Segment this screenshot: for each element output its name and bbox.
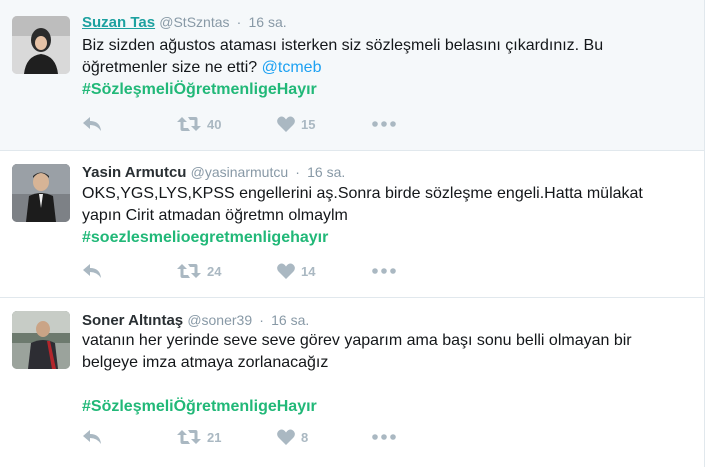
more-button[interactable] [372, 263, 396, 279]
retweet-icon [177, 264, 201, 278]
more-icon [372, 434, 396, 440]
heart-icon [277, 116, 295, 132]
retweet-button[interactable]: 24 [177, 263, 221, 279]
tweet-header: Soner Altıntaş @soner39 · 16 sa. [82, 312, 309, 329]
hashtag-link[interactable]: #SözleşmeliÖğretmenligeHayır [82, 81, 317, 98]
like-button[interactable]: 14 [277, 263, 315, 279]
avatar-image [12, 16, 70, 74]
retweet-icon [177, 117, 201, 131]
avatar[interactable] [12, 311, 70, 369]
tweet-body: Biz sizden ağustos ataması isterken siz … [82, 37, 604, 76]
retweet-count: 40 [207, 116, 222, 132]
display-name[interactable]: Suzan Tas [82, 14, 155, 31]
like-count: 15 [301, 116, 316, 132]
more-button[interactable] [372, 429, 396, 445]
tweet-feed: Suzan Tas @StSzntas · 16 sa. Biz sizden … [0, 0, 709, 467]
more-button[interactable] [372, 116, 396, 132]
reply-button[interactable] [82, 263, 102, 279]
display-name[interactable]: Soner Altıntaş [82, 312, 183, 329]
like-button[interactable]: 8 [277, 429, 308, 445]
heart-icon [277, 263, 295, 279]
user-handle[interactable]: @StSzntas [159, 14, 229, 30]
tweet[interactable]: Yasin Armutcu @yasinarmutcu · 16 sa. OKS… [0, 151, 705, 298]
hashtag-link[interactable]: #soezlesmelioegretmenligehayır [82, 229, 328, 246]
like-button[interactable]: 15 [277, 116, 315, 132]
tweet-body: OKS,YGS,LYS,KPSS engellerini aş.Sonra bi… [82, 185, 643, 224]
reply-icon [83, 430, 101, 444]
separator: · [259, 312, 264, 328]
timestamp[interactable]: 16 sa. [249, 14, 287, 30]
reply-button[interactable] [82, 116, 102, 132]
timestamp[interactable]: 16 sa. [307, 164, 345, 180]
more-icon [372, 268, 396, 274]
tweet-body: vatanın her yerinde seve seve görev yapa… [82, 332, 632, 371]
user-handle[interactable]: @yasinarmutcu [191, 164, 288, 180]
retweet-button[interactable]: 21 [177, 429, 221, 445]
separator: · [236, 14, 242, 30]
avatar-image [12, 164, 70, 222]
hashtag-link[interactable]: #SözleşmeliÖğretmenligeHayır [82, 398, 317, 415]
tweet[interactable]: Suzan Tas @StSzntas · 16 sa. Biz sizden … [0, 0, 705, 151]
reply-icon [83, 117, 101, 131]
separator: · [295, 164, 300, 180]
retweet-icon [177, 430, 201, 444]
tweet-text: Biz sizden ağustos ataması isterken siz … [82, 35, 682, 101]
tweet-text: vatanın her yerinde seve seve görev yapa… [82, 330, 682, 418]
avatar[interactable] [12, 16, 70, 74]
retweet-count: 21 [207, 429, 222, 445]
heart-icon [277, 429, 295, 445]
like-count: 8 [301, 429, 309, 445]
timestamp[interactable]: 16 sa. [271, 312, 309, 328]
mention-link[interactable]: @tcmeb [262, 59, 322, 76]
like-count: 14 [301, 263, 316, 279]
retweet-count: 24 [207, 263, 222, 279]
display-name[interactable]: Yasin Armutcu [82, 164, 186, 181]
avatar-image [12, 311, 70, 369]
reply-icon [83, 264, 101, 278]
retweet-button[interactable]: 40 [177, 116, 221, 132]
tweet[interactable]: Soner Altıntaş @soner39 · 16 sa. vatanın… [0, 298, 705, 467]
tweet-text: OKS,YGS,LYS,KPSS engellerini aş.Sonra bi… [82, 183, 682, 249]
user-handle[interactable]: @soner39 [187, 312, 252, 328]
tweet-header: Yasin Armutcu @yasinarmutcu · 16 sa. [82, 164, 345, 181]
tweet-header: Suzan Tas @StSzntas · 16 sa. [82, 14, 287, 31]
more-icon [372, 121, 396, 127]
reply-button[interactable] [82, 429, 102, 445]
avatar[interactable] [12, 164, 70, 222]
